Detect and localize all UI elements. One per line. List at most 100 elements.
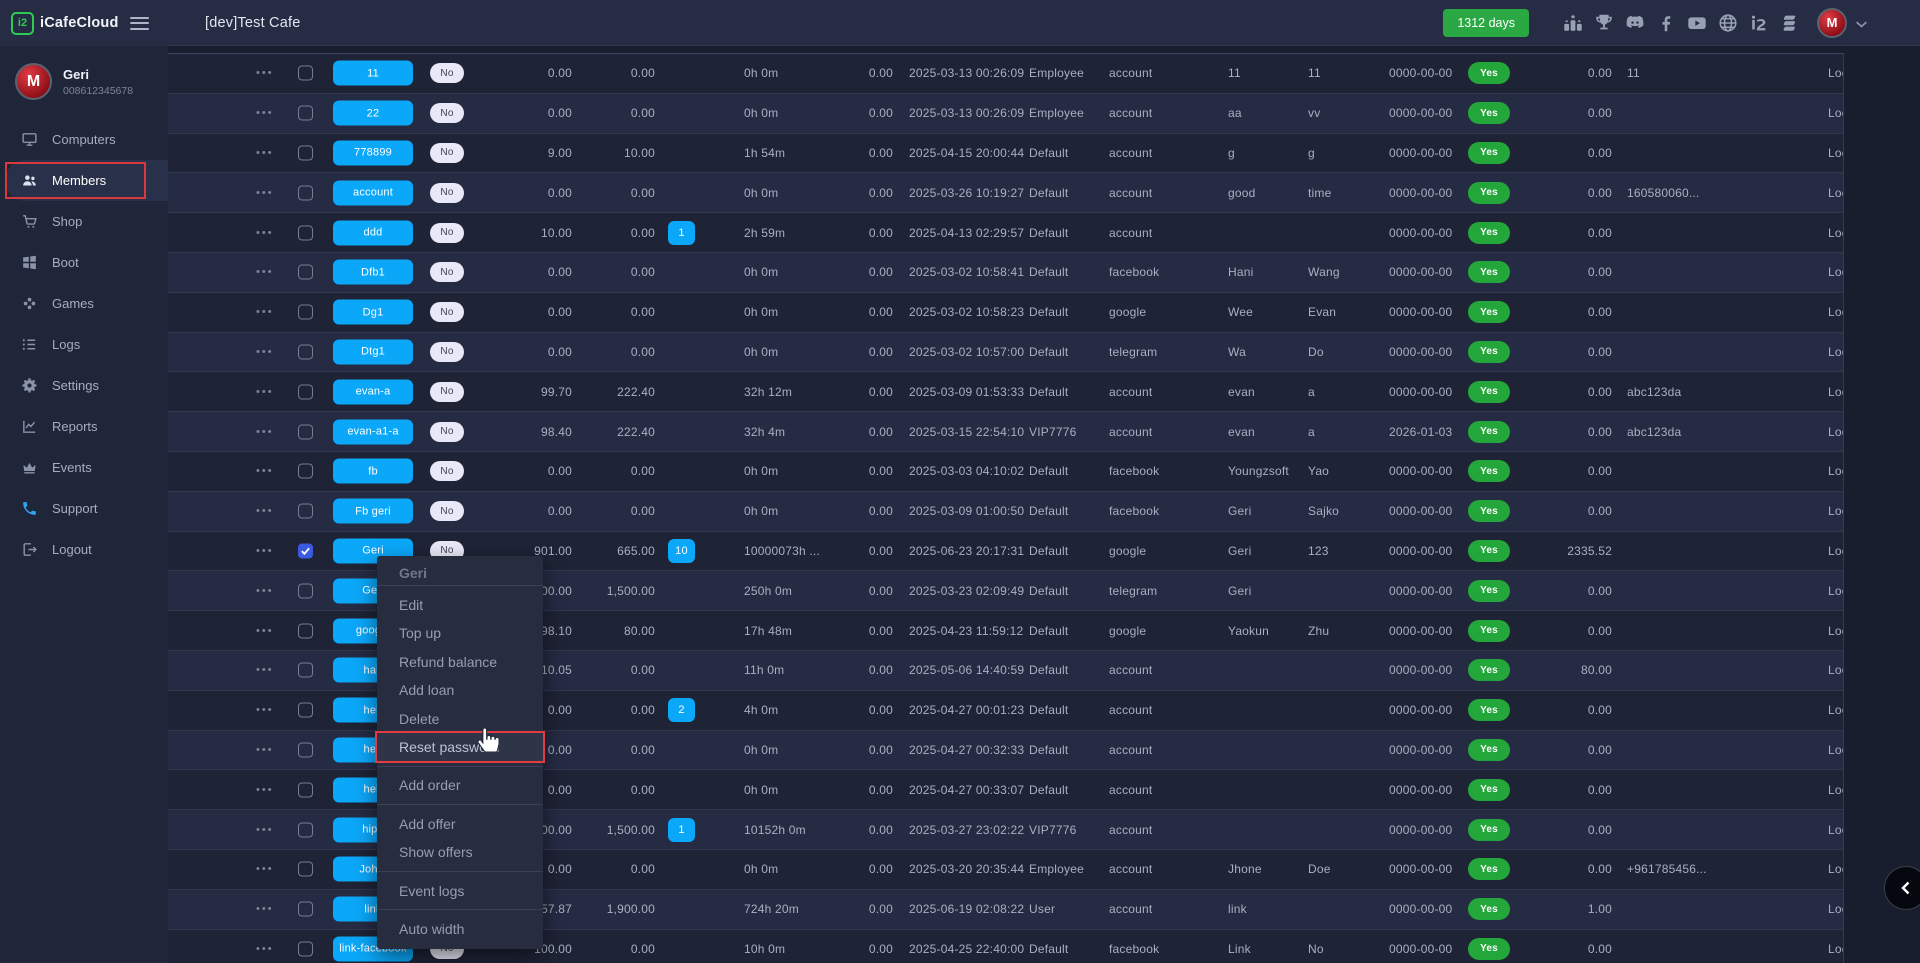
row-checkbox[interactable]: [298, 902, 313, 917]
row-checkbox[interactable]: [298, 265, 313, 280]
discord-icon[interactable]: [1624, 12, 1646, 34]
row-checkbox[interactable]: [298, 782, 313, 797]
row-actions-dots-icon[interactable]: •••: [256, 903, 290, 915]
row-actions-dots-icon[interactable]: •••: [256, 744, 290, 756]
row-checkbox[interactable]: [298, 941, 313, 956]
menu-item-add-offer[interactable]: Add offer: [377, 810, 543, 838]
row-actions-dots-icon[interactable]: •••: [256, 187, 290, 199]
row-actions-dots-icon[interactable]: •••: [256, 346, 290, 358]
member-name-pill[interactable]: Dfb1: [333, 260, 413, 285]
row-actions-dots-icon[interactable]: •••: [256, 306, 290, 318]
sidebar-item-logs[interactable]: Logs: [0, 324, 168, 365]
sidebar-item-settings[interactable]: Settings: [0, 365, 168, 406]
row-actions-dots-icon[interactable]: •••: [256, 664, 290, 676]
sidebar-item-members[interactable]: Members: [5, 160, 168, 201]
row-checkbox[interactable]: [298, 862, 313, 877]
layers-icon[interactable]: [1779, 12, 1801, 34]
menu-item-refund-balance[interactable]: Refund balance: [377, 648, 543, 676]
hamburger-menu-icon[interactable]: [130, 17, 149, 30]
row-checkbox[interactable]: [298, 504, 313, 519]
row-checkbox[interactable]: [298, 145, 313, 160]
row-checkbox[interactable]: [298, 225, 313, 240]
icafecloud-icon[interactable]: [1748, 12, 1770, 34]
menu-item-show-offers[interactable]: Show offers: [377, 838, 543, 866]
menu-item-reset-password[interactable]: Reset password: [377, 733, 543, 761]
sidebar-item-events[interactable]: Events: [0, 447, 168, 488]
member-name-pill[interactable]: account: [333, 180, 413, 205]
menu-item-auto-width[interactable]: Auto width: [377, 915, 543, 943]
sidebar-item-shop[interactable]: Shop: [0, 201, 168, 242]
created-datetime-cell: 2025-04-13 02:29:57: [909, 226, 1024, 240]
row-actions-dots-icon[interactable]: •••: [256, 67, 290, 79]
menu-item-add-loan[interactable]: Add loan: [377, 676, 543, 704]
youtube-icon[interactable]: [1686, 12, 1708, 34]
row-checkbox[interactable]: [298, 344, 313, 359]
loc-cell: Loc: [1828, 823, 1844, 837]
member-name-pill[interactable]: ddd: [333, 220, 413, 245]
row-checkbox[interactable]: [298, 185, 313, 200]
row-checkbox[interactable]: [298, 424, 313, 439]
avatar[interactable]: M: [1817, 8, 1847, 38]
row-checkbox[interactable]: [298, 384, 313, 399]
menu-item-add-order[interactable]: Add order: [377, 771, 543, 799]
enabled-badge: Yes: [1468, 222, 1510, 244]
menu-item-event-logs[interactable]: Event logs: [377, 877, 543, 905]
row-actions-dots-icon[interactable]: •••: [256, 426, 290, 438]
sidebar-item-support[interactable]: Support: [0, 488, 168, 529]
row-actions-dots-icon[interactable]: •••: [256, 545, 290, 557]
member-name-pill[interactable]: 11: [333, 61, 413, 86]
sidebar-item-reports[interactable]: Reports: [0, 406, 168, 447]
row-actions-dots-icon[interactable]: •••: [256, 704, 290, 716]
row-actions-dots-icon[interactable]: •••: [256, 505, 290, 517]
member-name-pill[interactable]: Dg1: [333, 300, 413, 325]
avatar[interactable]: M: [15, 63, 52, 100]
row-actions-dots-icon[interactable]: •••: [256, 863, 290, 875]
row-actions-dots-icon[interactable]: •••: [256, 824, 290, 836]
coins-cell: 0.00: [1547, 425, 1612, 439]
menu-item-top-up[interactable]: Top up: [377, 619, 543, 647]
subscription-days-button[interactable]: 1312 days: [1443, 9, 1529, 37]
row-checkbox[interactable]: [298, 663, 313, 678]
member-name-pill[interactable]: Fb geri: [333, 499, 413, 524]
row-checkbox[interactable]: [298, 305, 313, 320]
sidebar-item-boot[interactable]: Boot: [0, 242, 168, 283]
row-checkbox[interactable]: [298, 464, 313, 479]
member-name-pill[interactable]: 22: [333, 101, 413, 126]
menu-item-delete[interactable]: Delete: [377, 705, 543, 733]
time-used-cell: 2h 59m: [744, 226, 785, 240]
row-actions-dots-icon[interactable]: •••: [256, 227, 290, 239]
row-actions-dots-icon[interactable]: •••: [256, 386, 290, 398]
menu-item-edit[interactable]: Edit: [377, 591, 543, 619]
row-actions-dots-icon[interactable]: •••: [256, 107, 290, 119]
row-checkbox[interactable]: [298, 106, 313, 121]
member-name-pill[interactable]: evan-a: [333, 379, 413, 404]
collapse-panel-button[interactable]: [1884, 866, 1920, 910]
row-actions-dots-icon[interactable]: •••: [256, 266, 290, 278]
row-checkbox[interactable]: [298, 66, 313, 81]
member-name-pill[interactable]: evan-a1-a: [333, 419, 413, 444]
member-name-pill[interactable]: 778899: [333, 140, 413, 165]
member-name-pill[interactable]: Dtg1: [333, 339, 413, 364]
row-actions-dots-icon[interactable]: •••: [256, 784, 290, 796]
row-checkbox[interactable]: [298, 623, 313, 638]
row-checkbox[interactable]: [298, 742, 313, 757]
globe-icon[interactable]: [1717, 12, 1739, 34]
row-checkbox[interactable]: [298, 703, 313, 718]
sidebar-item-computers[interactable]: Computers: [0, 119, 168, 160]
member-name-pill[interactable]: fb: [333, 459, 413, 484]
row-checkbox[interactable]: [298, 822, 313, 837]
balance-cell: 98.40: [488, 425, 572, 439]
trophy-icon[interactable]: [1593, 12, 1615, 34]
sidebar-item-games[interactable]: Games: [0, 283, 168, 324]
chevron-down-icon[interactable]: [1855, 16, 1868, 29]
sidebar-item-logout[interactable]: Logout: [0, 529, 168, 570]
row-checkbox[interactable]: [298, 583, 313, 598]
row-checkbox[interactable]: [298, 543, 313, 558]
row-actions-dots-icon[interactable]: •••: [256, 943, 290, 955]
row-actions-dots-icon[interactable]: •••: [256, 585, 290, 597]
row-actions-dots-icon[interactable]: •••: [256, 147, 290, 159]
facebook-icon[interactable]: [1655, 12, 1677, 34]
row-actions-dots-icon[interactable]: •••: [256, 625, 290, 637]
row-actions-dots-icon[interactable]: •••: [256, 465, 290, 477]
ranking-icon[interactable]: [1562, 12, 1584, 34]
